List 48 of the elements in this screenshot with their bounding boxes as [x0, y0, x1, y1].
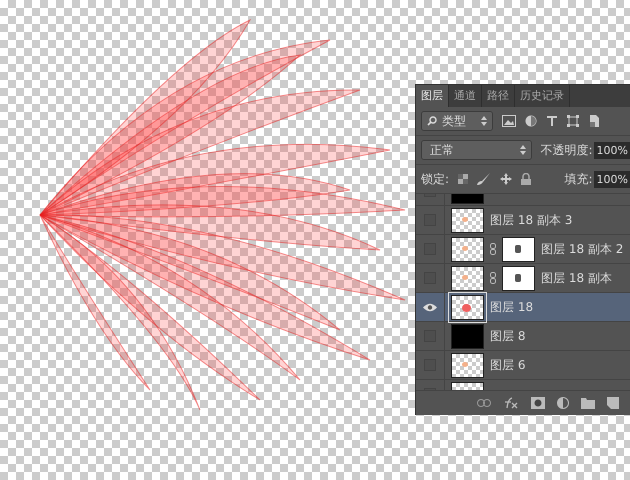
layer-row[interactable]: 图层 18 副本 2	[416, 235, 630, 264]
blend-mode-dropdown[interactable]: 正常	[421, 140, 532, 160]
layer-name: 图层 18 副本 3	[490, 212, 572, 228]
layer-name: 图层 18 副本	[541, 270, 612, 286]
layer-thumbnail	[451, 266, 484, 290]
layer-mask-thumbnail	[502, 266, 535, 290]
layer-mask-thumbnail	[502, 236, 535, 262]
filter-dropdown[interactable]: 类型	[421, 111, 493, 131]
text-filter-icon[interactable]	[546, 115, 558, 127]
chain-link-icon[interactable]	[490, 243, 496, 255]
padlock-icon[interactable]	[521, 173, 532, 185]
chain-link-icon[interactable]	[490, 272, 496, 284]
layer-thumbnail	[451, 324, 484, 348]
layer-name: 图层 8	[490, 328, 526, 344]
layer-name: 图层 18 副本 2	[541, 240, 624, 258]
layer-thumbnail	[451, 236, 484, 262]
mask-icon[interactable]	[531, 397, 545, 409]
updown-caret-icon[interactable]	[520, 145, 526, 155]
layer-row[interactable]: 图层 6	[416, 351, 630, 380]
half-circle-icon[interactable]	[557, 397, 569, 409]
opacity-field[interactable]: 100%	[594, 142, 630, 158]
folder-icon[interactable]	[581, 397, 595, 409]
fill-label: 填充:	[564, 170, 593, 188]
fx-icon[interactable]	[503, 397, 519, 409]
panel-tab[interactable]: 通道	[449, 85, 482, 107]
lock-label: 锁定:	[421, 170, 450, 188]
move-arrows-icon[interactable]	[500, 173, 512, 185]
smart-object-filter-icon[interactable]	[588, 115, 600, 127]
layer-row[interactable]: 图层 18	[416, 293, 630, 322]
panel-tab[interactable]: 历史记录	[515, 85, 570, 107]
checkerboard-lock-icon[interactable]	[458, 174, 468, 184]
layer-thumbnail	[451, 208, 484, 232]
layer-thumbnail	[451, 352, 484, 378]
link-icon[interactable]	[477, 399, 491, 407]
circle-filter-icon[interactable]	[525, 115, 537, 127]
new-layer-icon[interactable]	[607, 397, 619, 409]
fill-field[interactable]: 100%	[594, 170, 630, 188]
layer-row[interactable]: 图层 8	[416, 322, 630, 351]
panel-tab[interactable]: 图层	[416, 85, 449, 107]
layer-name: 图层 18	[490, 298, 534, 316]
layer-name: 图层 6	[490, 356, 526, 374]
opacity-label: 不透明度:	[540, 142, 593, 158]
panel-tab[interactable]: 路径	[482, 85, 515, 107]
updown-caret-icon[interactable]	[481, 116, 487, 126]
image-filter-icon[interactable]	[502, 115, 516, 127]
layer-row[interactable]: 图层 18 副本 3	[416, 206, 630, 235]
shape-filter-icon[interactable]	[567, 115, 579, 127]
search-icon	[427, 116, 437, 126]
